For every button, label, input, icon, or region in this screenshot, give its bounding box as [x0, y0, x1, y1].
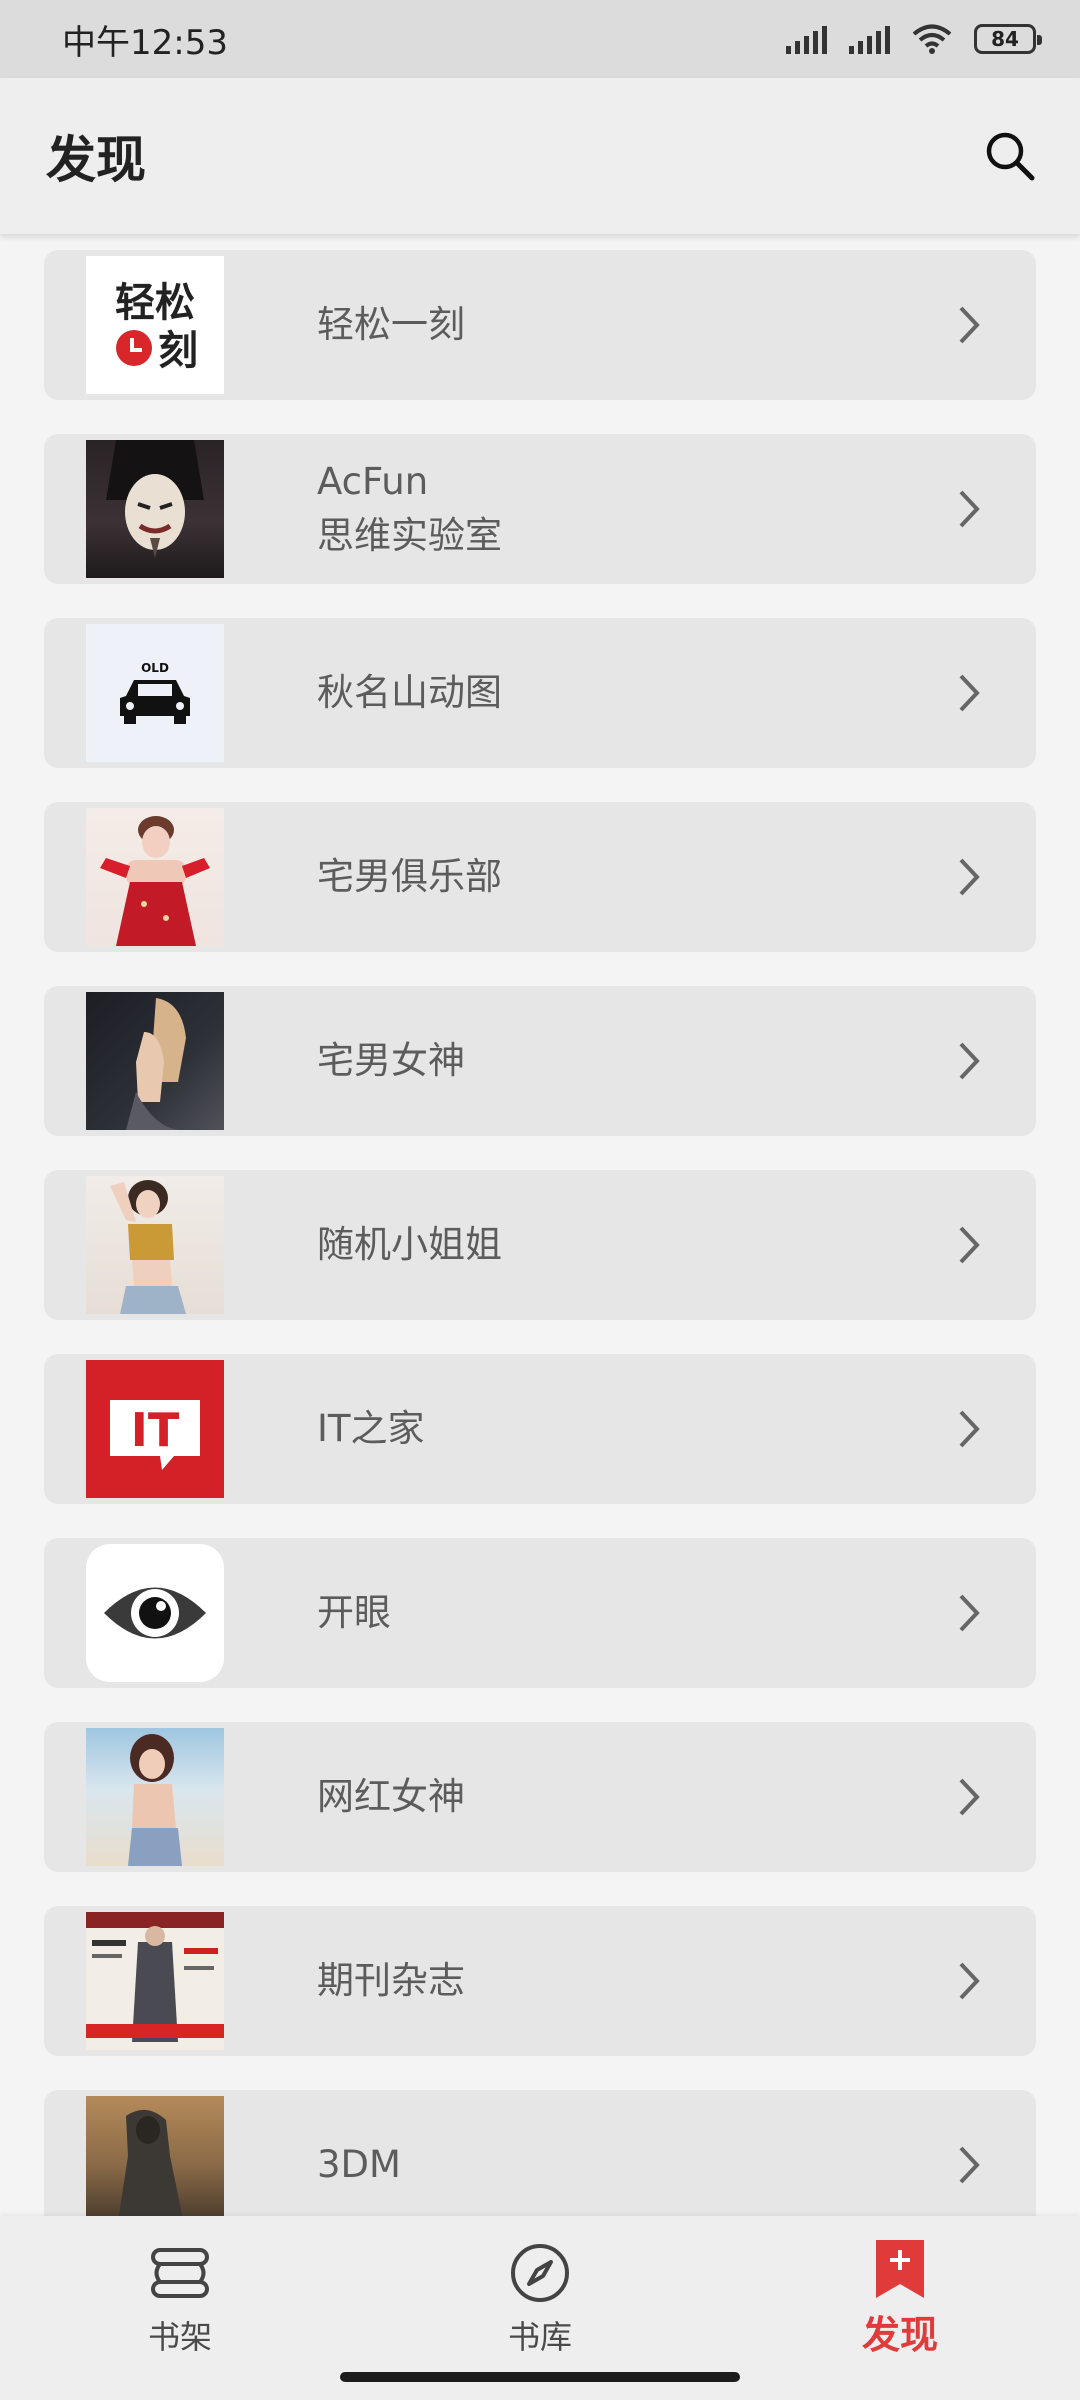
search-button[interactable]	[980, 126, 1040, 186]
nav-label: 书库	[507, 2318, 572, 2356]
mask-photo	[86, 440, 224, 578]
photo	[86, 808, 224, 946]
ithome-logo: IT	[86, 1360, 224, 1498]
logo-text: IT	[131, 1403, 180, 1457]
list-item[interactable]: OLD 秋名山动图	[44, 618, 1036, 768]
item-label: 开眼	[317, 1591, 391, 1634]
bookmark-plus-icon	[865, 2238, 935, 2300]
bookshelf-icon	[145, 2238, 215, 2308]
list-item[interactable]: 轻松 刻 轻松一刻	[44, 250, 1036, 400]
magazine-cover	[86, 1912, 224, 2050]
chevron-right-icon	[959, 1226, 980, 1264]
chevron-right-icon	[959, 858, 980, 896]
signal-icon	[786, 24, 827, 54]
item-label: 宅男女神	[317, 1039, 465, 1082]
qingsong-logo: 轻松 刻	[86, 256, 224, 394]
status-bar: 中午12:53 84	[0, 0, 1080, 78]
item-label: 随机小姐姐	[317, 1223, 502, 1266]
item-label: 期刊杂志	[317, 1959, 465, 2002]
compass-icon	[505, 2238, 575, 2308]
chevron-right-icon	[959, 674, 980, 712]
old-car-icon: OLD	[86, 624, 224, 762]
chevron-right-icon	[959, 490, 980, 528]
item-label: IT之家	[317, 1407, 425, 1450]
photo	[86, 992, 224, 1130]
list-item[interactable]: IT IT之家	[44, 1354, 1036, 1504]
chevron-right-icon	[959, 1042, 980, 1080]
chevron-right-icon	[959, 1778, 980, 1816]
list-item[interactable]: AcFun 思维实验室	[44, 434, 1036, 584]
chevron-right-icon	[959, 306, 980, 344]
list-item[interactable]: 随机小姐姐	[44, 1170, 1036, 1320]
page-title: 发现	[46, 131, 146, 189]
home-indicator[interactable]	[340, 2372, 740, 2382]
nav-item-discover[interactable]: 发现	[800, 2238, 1000, 2358]
list-item[interactable]: 开眼	[44, 1538, 1036, 1688]
nav-item-library[interactable]: 书库	[440, 2238, 640, 2358]
chevron-right-icon	[959, 2146, 980, 2184]
logo-text: OLD	[141, 661, 169, 675]
signal-icon	[849, 24, 890, 54]
nav-item-bookshelf[interactable]: 书架	[80, 2238, 280, 2358]
status-time: 中午12:53	[62, 22, 228, 63]
game-art	[86, 2096, 224, 2234]
list-item[interactable]: 期刊杂志	[44, 1906, 1036, 2056]
eye-logo	[86, 1544, 224, 1682]
item-label: AcFun 思维实验室	[317, 460, 502, 557]
chevron-right-icon	[959, 1410, 980, 1448]
list-item[interactable]: 宅男俱乐部	[44, 802, 1036, 952]
item-label: 轻松一刻	[317, 303, 465, 346]
logo-text: 刻	[158, 328, 198, 374]
item-label: 网红女神	[317, 1775, 465, 1818]
battery-level: 84	[991, 27, 1019, 51]
chevron-right-icon	[959, 1962, 980, 2000]
wifi-icon	[912, 24, 952, 54]
battery-icon: 84	[974, 24, 1042, 54]
photo	[86, 1176, 224, 1314]
item-label: 秋名山动图	[317, 671, 502, 714]
logo-text: 轻松	[115, 280, 195, 326]
item-label: 宅男俱乐部	[317, 855, 502, 898]
status-icons: 84	[786, 23, 1042, 55]
nav-label: 发现	[861, 2313, 938, 2357]
list-item[interactable]: 网红女神	[44, 1722, 1036, 1872]
chevron-right-icon	[959, 1594, 980, 1632]
search-icon	[986, 132, 1035, 181]
nav-label: 书架	[147, 2318, 212, 2356]
list-item[interactable]: 宅男女神	[44, 986, 1036, 1136]
app-header: 发现	[0, 78, 1080, 234]
photo	[86, 1728, 224, 1866]
